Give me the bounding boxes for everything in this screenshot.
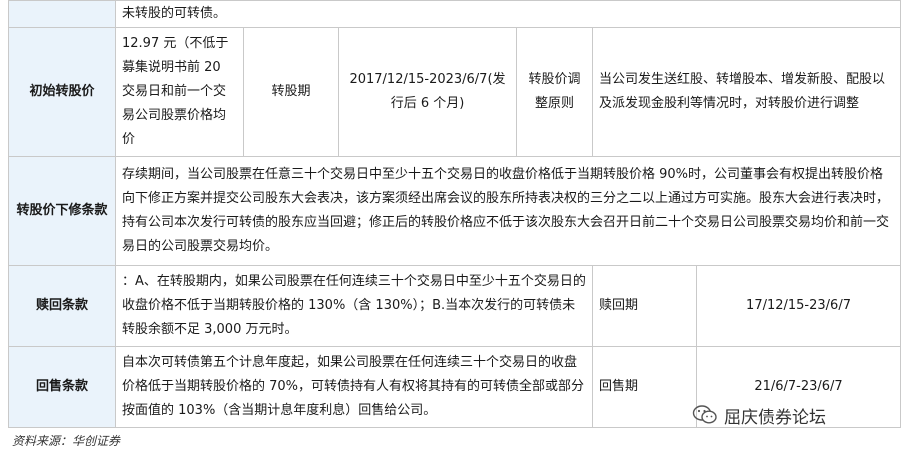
- down-revision-text: 存续期间，当公司股票在任意三十个交易日中至少十五个交易日的收盘价格低于当期转股价…: [114, 156, 902, 266]
- conversion-period-value: 2017/12/15-2023/6/7(发行后 6 个月): [338, 27, 517, 157]
- initial-price-value: 12.97 元（不低于募集说明书前 20 交易日和前一个交易公司股票价格均价: [115, 27, 244, 157]
- conversion-period-label: 转股期: [243, 27, 339, 157]
- redemption-label: 赎回条款: [8, 265, 116, 347]
- row-down-revision: 转股价下修条款 存续期间，当公司股票在任意三十个交易日中至少十五个交易日的收盘价…: [8, 156, 902, 266]
- redemption-text: ：A、在转股期内，如果公司股票在任何连续三十个交易日中至少十五个交易日的收盘价格…: [115, 265, 593, 347]
- row-top-text: 未转股的可转债。: [114, 0, 902, 28]
- source-note: 资料来源：华创证券: [12, 434, 121, 448]
- redemption-period-value: 17/12/15-23/6/7: [695, 265, 902, 347]
- bond-terms-table: 未转股的可转债。 初始转股价 12.97 元（不低于募集说明书前 20 交易日和…: [8, 0, 902, 428]
- putback-period-label: 回售期: [592, 346, 697, 428]
- row-redemption: 赎回条款 ：A、在转股期内，如果公司股票在任何连续三十个交易日中至少十五个交易日…: [8, 265, 902, 347]
- adjust-principle-label: 转股价调整原则: [516, 27, 593, 157]
- adjust-principle-text: 当公司发生送红股、转增股本、增发新股、配股以及派发现金股利等情况时，对转股价进行…: [591, 27, 902, 157]
- wechat-icon: [692, 404, 718, 426]
- watermark-text: 屈庆债券论坛: [724, 407, 826, 428]
- down-revision-label: 转股价下修条款: [8, 156, 116, 266]
- putback-text: 自本次可转债第五个计息年度起，如果公司股票在任何连续三十个交易日的收盘价格低于当…: [115, 346, 593, 428]
- row-top: 未转股的可转债。: [8, 0, 902, 28]
- watermark: 屈庆债券论坛: [692, 401, 826, 429]
- initial-price-label: 初始转股价: [8, 27, 116, 157]
- putback-label: 回售条款: [8, 346, 116, 428]
- row-initial-price: 初始转股价 12.97 元（不低于募集说明书前 20 交易日和前一个交易公司股票…: [8, 27, 902, 157]
- redemption-period-label: 赎回期: [592, 265, 697, 347]
- empty-label-cell: [8, 0, 116, 28]
